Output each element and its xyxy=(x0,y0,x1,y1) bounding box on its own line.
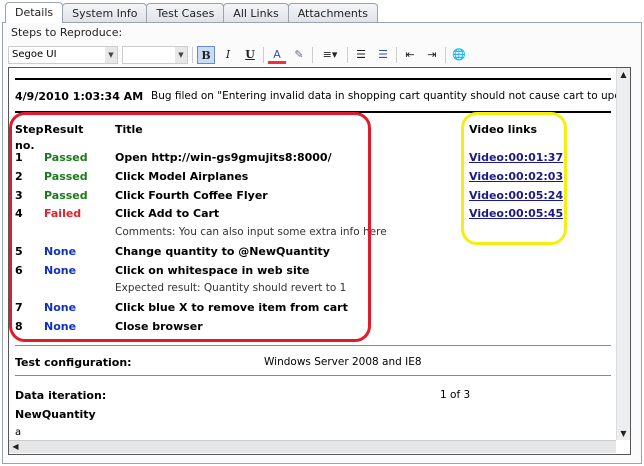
tab-test-cases[interactable]: Test Cases xyxy=(146,3,225,22)
highlight-color-icon[interactable]: ✎ xyxy=(290,46,308,64)
data-iteration-label: Data iteration: xyxy=(15,389,107,402)
steps-highlight-annotation xyxy=(9,112,371,342)
align-icon[interactable]: ≡▾ xyxy=(317,46,343,64)
font-family-select[interactable]: Segoe UI ▼ xyxy=(8,46,118,64)
bold-button[interactable]: B xyxy=(197,46,215,64)
underline-button[interactable]: U xyxy=(241,46,259,64)
numbered-list-icon[interactable]: ☰ xyxy=(374,46,392,64)
parameter-name: NewQuantity xyxy=(15,408,96,421)
toolbar-divider xyxy=(347,47,348,63)
formatting-toolbar: Segoe UI ▼ ▼ B I U A ✎ ≡▾ ☰ ☰ ⇤ ⇥ 🌐 xyxy=(8,45,620,65)
scroll-left-icon[interactable]: ◀ xyxy=(9,442,22,451)
toolbar-divider xyxy=(396,47,397,63)
tab-attachments[interactable]: Attachments xyxy=(287,3,378,22)
font-size-select[interactable]: ▼ xyxy=(122,46,188,64)
toolbar-divider xyxy=(192,47,193,63)
video-links-highlight-annotation xyxy=(461,112,567,245)
test-configuration-label: Test configuration: xyxy=(15,356,132,369)
divider xyxy=(15,78,611,80)
italic-button[interactable]: I xyxy=(219,46,237,64)
decrease-indent-icon[interactable]: ⇤ xyxy=(401,46,419,64)
steps-to-reproduce-label: Steps to Reproduce: xyxy=(11,26,123,39)
parameter-value: a xyxy=(15,427,22,438)
test-configuration-value: Windows Server 2008 and IE8 xyxy=(264,356,422,368)
tab-details[interactable]: Details xyxy=(5,2,64,23)
font-color-icon: A xyxy=(273,48,281,61)
divider xyxy=(15,345,611,346)
tab-bar: Details System Info Test Cases All Links… xyxy=(5,2,378,23)
insert-hyperlink-icon[interactable]: 🌐 xyxy=(450,46,468,64)
scroll-up-icon[interactable]: ▲ xyxy=(617,70,630,79)
font-family-value: Segoe UI xyxy=(12,49,57,60)
data-iteration-value: 1 of 3 xyxy=(440,389,471,401)
vertical-scrollbar[interactable]: ▲ ▼ xyxy=(616,68,630,440)
font-color-button[interactable]: A xyxy=(268,46,286,64)
bug-timestamp: 4/9/2010 1:03:34 AM xyxy=(15,90,144,103)
horizontal-scrollbar[interactable]: ◀ xyxy=(9,440,616,453)
bullet-list-icon[interactable]: ☰ xyxy=(352,46,370,64)
chevron-down-icon: ▼ xyxy=(105,47,117,63)
toolbar-divider xyxy=(263,47,264,63)
bug-message: Bug filed on "Entering invalid data in s… xyxy=(151,90,631,102)
increase-indent-icon[interactable]: ⇥ xyxy=(423,46,441,64)
tab-system-info[interactable]: System Info xyxy=(62,3,148,22)
tab-all-links[interactable]: All Links xyxy=(223,3,289,22)
chevron-down-icon: ▼ xyxy=(175,47,187,63)
toolbar-divider xyxy=(445,47,446,63)
divider xyxy=(15,375,611,376)
scroll-down-icon[interactable]: ▼ xyxy=(617,429,630,438)
toolbar-divider xyxy=(312,47,313,63)
